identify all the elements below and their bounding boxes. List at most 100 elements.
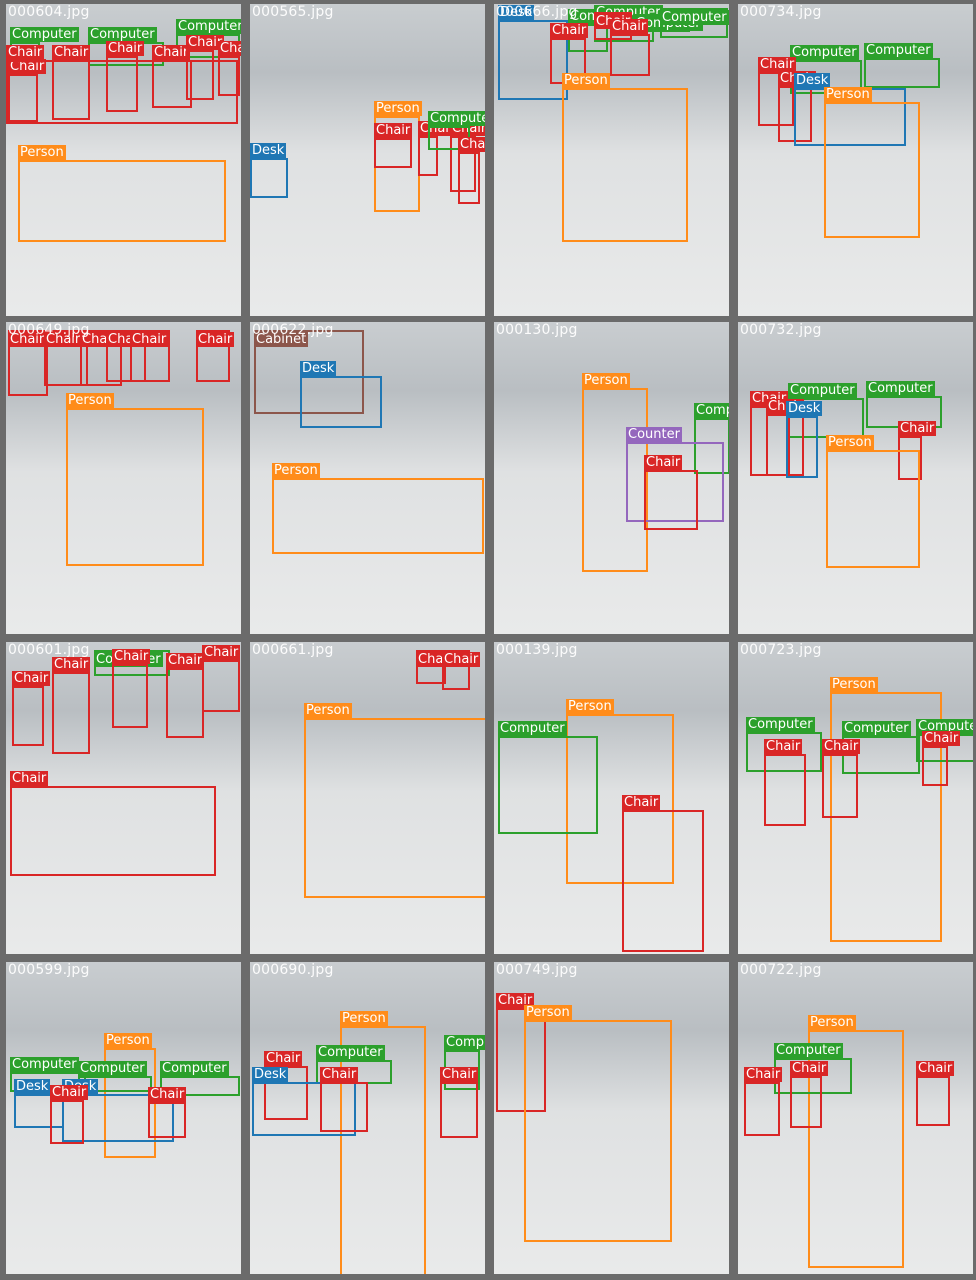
bbox-label: Computer bbox=[790, 45, 859, 60]
bbox-computer: Computer bbox=[498, 721, 598, 834]
bbox-label: Chair bbox=[112, 649, 151, 664]
bbox-label: Person bbox=[808, 1015, 856, 1030]
bbox-chair: Chair bbox=[440, 1067, 479, 1138]
bbox-label: Desk bbox=[786, 401, 823, 416]
bbox-label: Computer bbox=[10, 27, 79, 42]
bbox-label: Computer bbox=[160, 1061, 229, 1076]
bbox-person: Person bbox=[824, 87, 920, 238]
bbox-label: Chair bbox=[440, 1067, 479, 1082]
bbox-chair: Chair bbox=[916, 1061, 955, 1126]
bbox-label: Computer bbox=[10, 1057, 79, 1072]
image-filename: 000565.jpg bbox=[252, 4, 334, 20]
image-filename: 000666.jpg bbox=[496, 4, 578, 20]
bbox-label: Desk bbox=[300, 361, 337, 376]
bbox-label: Computer bbox=[746, 717, 815, 732]
bbox-label: Chair bbox=[458, 137, 485, 152]
bbox-label: Desk bbox=[14, 1079, 51, 1094]
bbox-desk: Desk bbox=[786, 401, 823, 478]
bbox-label: Person bbox=[826, 435, 874, 450]
bbox-label: Computer bbox=[316, 1045, 385, 1060]
bbox-chair: Chair bbox=[442, 650, 481, 690]
bbox-chair: Chair bbox=[922, 731, 961, 786]
bbox-label: Chair bbox=[764, 739, 803, 754]
bbox-chair: Chair bbox=[622, 795, 704, 952]
bbox-label: Chair bbox=[822, 739, 861, 754]
bbox-chair: Chair bbox=[764, 739, 806, 826]
bbox-label: Chair bbox=[10, 771, 49, 786]
bbox-chair: Chair bbox=[52, 657, 91, 754]
bbox-person: Person bbox=[562, 73, 688, 242]
bbox-label: Computer bbox=[78, 1061, 147, 1076]
bbox-computer: Computer bbox=[864, 43, 940, 88]
bbox-person: Person bbox=[272, 463, 484, 554]
image-filename: 000130.jpg bbox=[496, 322, 578, 338]
bbox-label: Chair bbox=[916, 1061, 955, 1076]
image-tile: ComputerComputerChairChairDeskChairPerso… bbox=[738, 322, 973, 634]
bbox-chair: Chair bbox=[148, 1087, 187, 1138]
image-filename: 000723.jpg bbox=[740, 642, 822, 658]
bbox-chair: Chair bbox=[374, 123, 413, 168]
image-filename: 000139.jpg bbox=[496, 642, 578, 658]
bbox-label: Person bbox=[340, 1011, 388, 1026]
image-filename: 000661.jpg bbox=[252, 642, 334, 658]
bbox-label: Chair bbox=[550, 23, 589, 38]
bbox-label: Chair bbox=[622, 795, 661, 810]
bbox-label: Chair bbox=[610, 19, 649, 34]
bbox-label: Chair bbox=[898, 421, 937, 436]
bbox-label: Person bbox=[272, 463, 320, 478]
bbox-desk: Desk bbox=[300, 361, 382, 428]
bbox-label: Computer bbox=[864, 43, 933, 58]
bbox-chair: Chair bbox=[610, 19, 650, 76]
bbox-label: Chair bbox=[148, 1087, 187, 1102]
bbox-chair: Chair bbox=[822, 739, 861, 818]
image-tile: DeskComputerComputerComputerComputerChai… bbox=[494, 4, 729, 316]
bbox-label: Chair bbox=[152, 45, 191, 60]
bbox-chair: Chair bbox=[196, 330, 235, 382]
bbox-label: Computer bbox=[176, 19, 241, 34]
image-filename: 000601.jpg bbox=[8, 642, 90, 658]
image-filename: 000734.jpg bbox=[740, 4, 822, 20]
image-tile: Person Computer Chair Chair Chair 000722.jpg bbox=[738, 962, 973, 1274]
bbox-label: Chair bbox=[166, 653, 205, 668]
image-filename: 000649.jpg bbox=[8, 322, 90, 338]
bbox-label: Computer bbox=[694, 403, 729, 418]
bbox-label: Person bbox=[566, 699, 614, 714]
bbox-label: Person bbox=[524, 1005, 572, 1020]
bbox-chair: Chair bbox=[166, 653, 205, 738]
bbox-label: Chair bbox=[320, 1067, 359, 1082]
image-tile: PersonComputerComputerComputerDeskDeskCh… bbox=[6, 962, 241, 1274]
image-filename: 000604.jpg bbox=[8, 4, 90, 20]
bbox-label: Chair bbox=[52, 657, 91, 672]
bbox-desk: Desk bbox=[250, 143, 288, 198]
bbox-label: Chair bbox=[758, 57, 797, 72]
bbox-chair: Chair bbox=[12, 671, 51, 746]
image-tile: Computer Computer Computer Chair Chair Chair C… bbox=[6, 4, 241, 316]
image-tile: Person Computer Counter Chair 000130.jpg bbox=[494, 322, 729, 634]
bbox-label: Person bbox=[582, 373, 630, 388]
bbox-label: Person bbox=[374, 101, 422, 116]
bbox-label: Person bbox=[830, 677, 878, 692]
image-filename: 000749.jpg bbox=[496, 962, 578, 978]
image-tile: ComputerComputerChairChairDeskPerson0007… bbox=[738, 4, 973, 316]
bbox-label: Person bbox=[562, 73, 610, 88]
image-tile: ComputerChairChairChairChairChairChair00… bbox=[6, 642, 241, 954]
bbox-label: Computer bbox=[842, 721, 911, 736]
bbox-chair: Chair bbox=[10, 771, 216, 876]
bbox-label: Computer bbox=[88, 27, 157, 42]
bbox-label: Chair bbox=[744, 1067, 783, 1082]
image-tile: Chair Person 000749.jpg bbox=[494, 962, 729, 1274]
bbox-label: Chair bbox=[644, 455, 683, 470]
bbox-label: Chair bbox=[52, 45, 91, 60]
bbox-label: Person bbox=[304, 703, 352, 718]
image-tile: DeskPersonChairChairChairComputerChair00… bbox=[250, 4, 485, 316]
bbox-label: Desk bbox=[794, 73, 831, 88]
bbox-label: Desk bbox=[252, 1067, 289, 1082]
bbox-label: Person bbox=[18, 145, 66, 160]
image-tile: Chair Chair Person 000661.jpg bbox=[250, 642, 485, 954]
bbox-label: Chair bbox=[264, 1051, 303, 1066]
bbox-chair: Chair bbox=[130, 330, 170, 382]
bbox-person: Person bbox=[826, 435, 920, 568]
bbox-person: Person bbox=[304, 703, 485, 898]
bbox-label: Desk bbox=[250, 143, 287, 158]
bbox-chair: Chair bbox=[744, 1067, 783, 1136]
